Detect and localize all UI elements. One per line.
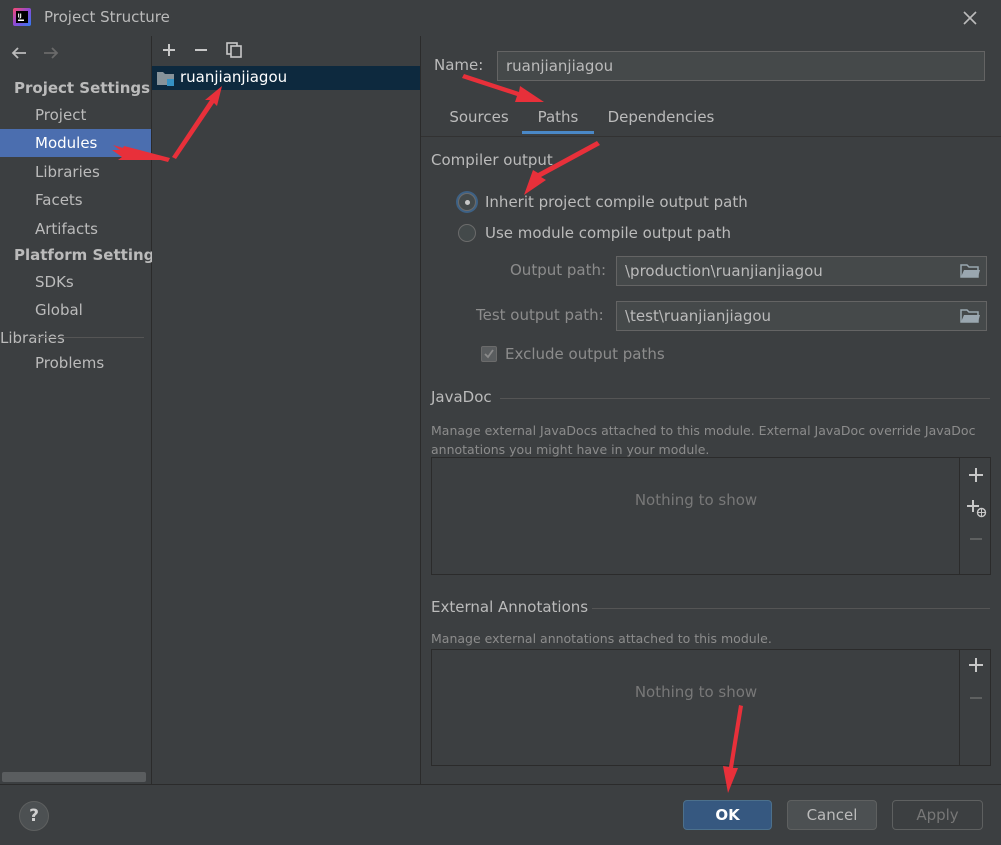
apply-button[interactable]: Apply xyxy=(892,800,983,830)
cancel-button[interactable]: Cancel xyxy=(787,800,877,830)
sidebar-item-sdks[interactable]: SDKs xyxy=(0,268,151,296)
modules-tree-pane xyxy=(152,36,421,784)
close-icon[interactable] xyxy=(958,6,982,30)
sidebar-divider xyxy=(34,337,144,338)
sidebar-item-project[interactable]: Project xyxy=(0,101,151,129)
inherit-output-radio[interactable] xyxy=(458,193,476,211)
intellij-app-icon: IJ xyxy=(13,8,31,26)
add-javadoc-icon[interactable] xyxy=(966,465,986,485)
inherit-output-label[interactable]: Inherit project compile output path xyxy=(485,193,748,211)
tabs-divider xyxy=(421,136,1001,137)
javadoc-header: JavaDoc xyxy=(431,388,492,406)
tab-dependencies[interactable]: Dependencies xyxy=(598,100,724,134)
module-output-label[interactable]: Use module compile output path xyxy=(485,224,731,242)
browse-folder-icon[interactable] xyxy=(959,262,981,280)
checkmark-icon xyxy=(484,349,494,359)
project-settings-header: Project Settings xyxy=(14,79,151,97)
module-name-field[interactable]: ruanjianjiagou xyxy=(497,51,985,81)
remove-javadoc-icon[interactable] xyxy=(966,529,986,549)
external-annotations-divider xyxy=(592,608,990,609)
svg-text:IJ: IJ xyxy=(18,14,22,20)
javadoc-description: Manage external JavaDocs attached to thi… xyxy=(431,423,976,457)
browse-test-folder-icon[interactable] xyxy=(959,307,981,325)
javadoc-list[interactable] xyxy=(431,457,991,575)
sidebar-item-artifacts[interactable]: Artifacts xyxy=(0,215,151,243)
ok-button[interactable]: OK xyxy=(683,800,772,830)
external-annotations-header: External Annotations xyxy=(431,598,589,616)
add-url-icon[interactable] xyxy=(964,497,988,519)
test-output-path-label: Test output path: xyxy=(476,306,604,324)
back-arrow-icon[interactable] xyxy=(8,42,30,64)
help-button[interactable]: ? xyxy=(19,801,49,831)
tab-paths[interactable]: Paths xyxy=(522,100,594,134)
add-annotation-icon[interactable] xyxy=(966,655,986,675)
exclude-output-label[interactable]: Exclude output paths xyxy=(505,345,665,363)
test-output-path-field[interactable]: \test\ruanjianjiagou xyxy=(616,301,987,331)
output-path-label: Output path: xyxy=(510,261,607,279)
external-annotations-empty-text: Nothing to show xyxy=(634,683,758,701)
output-path-field[interactable]: \production\ruanjianjiagou xyxy=(616,256,987,286)
sidebar-item-libraries[interactable]: Libraries xyxy=(0,158,151,186)
javadoc-divider xyxy=(500,398,990,399)
forward-arrow-icon[interactable] xyxy=(40,42,62,64)
window-title: Project Structure xyxy=(44,8,170,26)
javadoc-empty-text: Nothing to show xyxy=(634,491,758,509)
sidebar-item-global-libraries[interactable]: Global Libraries xyxy=(0,296,151,347)
exclude-output-checkbox[interactable] xyxy=(481,346,497,362)
sidebar-item-facets[interactable]: Facets xyxy=(0,186,151,214)
module-folder-icon xyxy=(157,72,174,86)
remove-annotation-icon[interactable] xyxy=(966,688,986,708)
external-annotations-list[interactable] xyxy=(431,649,991,766)
platform-settings-header: Platform Settings xyxy=(14,246,164,264)
external-annotations-description: Manage external annotations attached to … xyxy=(431,631,772,646)
module-name-label: ruanjianjiagou xyxy=(180,68,288,86)
name-label: Name: xyxy=(434,56,484,74)
remove-icon[interactable] xyxy=(191,40,211,60)
compiler-output-header: Compiler output xyxy=(431,151,553,169)
copy-icon[interactable] xyxy=(224,40,244,60)
module-output-radio[interactable] xyxy=(458,224,476,242)
tab-sources[interactable]: Sources xyxy=(437,100,521,134)
sidebar-scrollbar[interactable] xyxy=(2,772,146,782)
sidebar-item-modules[interactable]: Modules xyxy=(0,129,151,157)
add-icon[interactable] xyxy=(159,40,179,60)
sidebar-item-problems[interactable]: Problems xyxy=(0,349,151,377)
